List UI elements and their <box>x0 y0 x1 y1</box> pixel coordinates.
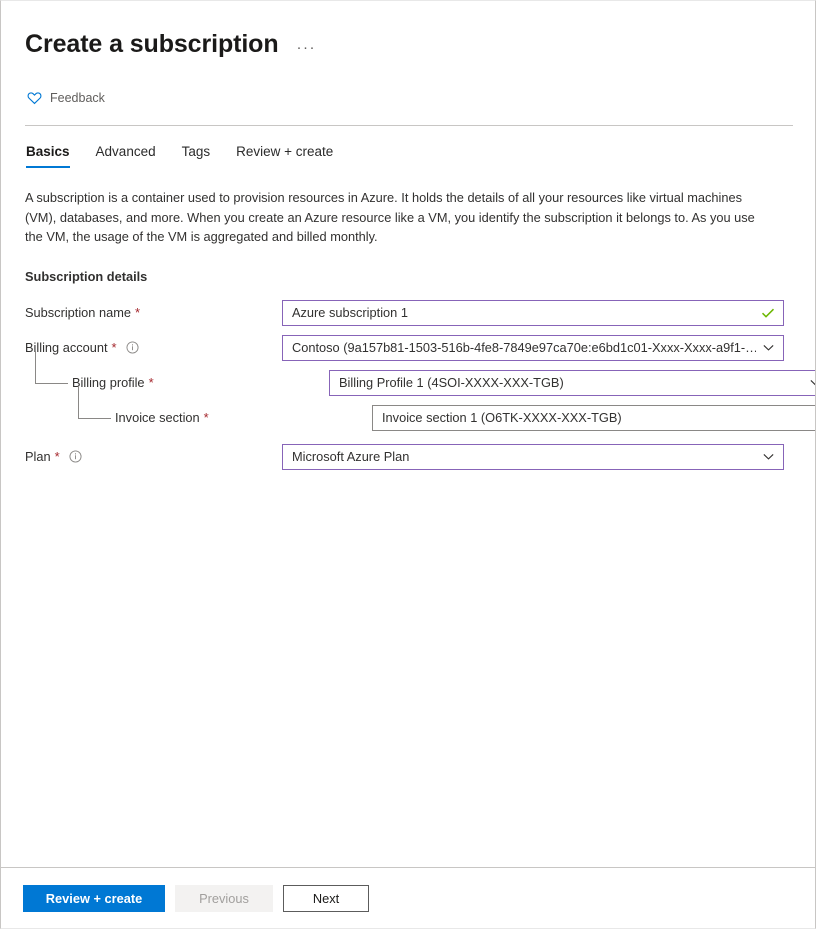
required-asterisk: * <box>204 411 209 424</box>
label-subscription-name: Subscription name * <box>25 300 282 326</box>
billing-account-value: Contoso (9a157b81-1503-516b-4fe8-7849e97… <box>292 340 756 355</box>
label-text: Plan <box>25 449 51 464</box>
billing-profile-dropdown[interactable]: Billing Profile 1 (4SOI-XXXX-XXX-TGB) <box>329 370 816 396</box>
intro-text: A subscription is a container used to pr… <box>25 188 767 247</box>
invoice-section-value: Invoice section 1 (O6TK-XXXX-XXX-TGB) <box>382 410 816 425</box>
label-text: Subscription name <box>25 305 131 320</box>
label-plan: Plan * <box>25 444 282 470</box>
plan-dropdown[interactable]: Microsoft Azure Plan <box>282 444 784 470</box>
chevron-down-icon <box>809 376 816 389</box>
info-icon[interactable] <box>126 341 139 354</box>
more-options-icon[interactable]: ··· <box>297 43 317 53</box>
required-asterisk: * <box>135 306 140 319</box>
command-bar: Feedback <box>1 81 815 115</box>
subscription-details-form: Subscription name * Azure subscription 1… <box>25 300 791 470</box>
plan-value: Microsoft Azure Plan <box>292 449 756 464</box>
required-asterisk: * <box>149 376 154 389</box>
next-button[interactable]: Next <box>283 885 369 912</box>
chevron-down-icon <box>762 450 775 463</box>
subscription-name-input[interactable]: Azure subscription 1 <box>282 300 784 326</box>
control-billing-profile: Billing Profile 1 (4SOI-XXXX-XXX-TGB) <box>329 370 816 396</box>
label-invoice-section: Invoice section * <box>25 405 372 431</box>
feedback-label: Feedback <box>50 91 105 105</box>
control-plan: Microsoft Azure Plan <box>282 444 784 470</box>
label-text: Billing account <box>25 340 108 355</box>
invoice-section-dropdown[interactable]: Invoice section 1 (O6TK-XXXX-XXX-TGB) <box>372 405 816 431</box>
feedback-button[interactable]: Feedback <box>25 89 107 107</box>
label-text: Billing profile <box>72 375 145 390</box>
page-title: Create a subscription <box>25 29 279 59</box>
field-row-billing-profile: Billing profile * Billing Profile 1 (4SO… <box>25 370 791 396</box>
checkmark-icon <box>761 306 775 320</box>
control-subscription-name: Azure subscription 1 <box>282 300 784 326</box>
footer-action-bar: Review + create Previous Next <box>1 868 815 928</box>
chevron-down-icon <box>762 341 775 354</box>
tab-basics[interactable]: Basics <box>25 140 83 168</box>
required-asterisk: * <box>55 450 60 463</box>
field-row-plan: Plan * Microsoft Azure Plan <box>25 444 791 470</box>
field-row-invoice-section: Invoice section * Invoice section 1 (O6T… <box>25 405 791 431</box>
control-billing-account: Contoso (9a157b81-1503-516b-4fe8-7849e97… <box>282 335 784 361</box>
tab-list: Basics Advanced Tags Review + create <box>1 140 815 168</box>
review-create-button[interactable]: Review + create <box>23 885 165 912</box>
command-bar-divider <box>25 125 793 126</box>
section-heading-subscription-details: Subscription details <box>25 269 791 284</box>
billing-profile-value: Billing Profile 1 (4SOI-XXXX-XXX-TGB) <box>339 375 803 390</box>
label-billing-account: Billing account * <box>25 335 282 361</box>
tab-tags[interactable]: Tags <box>169 140 224 168</box>
field-row-subscription-name: Subscription name * Azure subscription 1 <box>25 300 791 326</box>
field-row-billing-account: Billing account * Contoso (9a157b81-1503… <box>25 335 791 361</box>
label-billing-profile: Billing profile * <box>25 370 329 396</box>
info-icon[interactable] <box>69 450 82 463</box>
label-text: Invoice section <box>115 410 200 425</box>
blade-header: Create a subscription ··· <box>1 1 815 59</box>
control-invoice-section: Invoice section 1 (O6TK-XXXX-XXX-TGB) <box>372 405 816 431</box>
tab-review-create[interactable]: Review + create <box>223 140 346 168</box>
heart-icon <box>27 91 42 105</box>
previous-button: Previous <box>175 885 273 912</box>
create-subscription-blade: Create a subscription ··· Feedback Basic… <box>0 0 816 929</box>
tab-advanced[interactable]: Advanced <box>83 140 169 168</box>
billing-account-dropdown[interactable]: Contoso (9a157b81-1503-516b-4fe8-7849e97… <box>282 335 784 361</box>
subscription-name-value: Azure subscription 1 <box>292 305 755 320</box>
required-asterisk: * <box>112 341 117 354</box>
